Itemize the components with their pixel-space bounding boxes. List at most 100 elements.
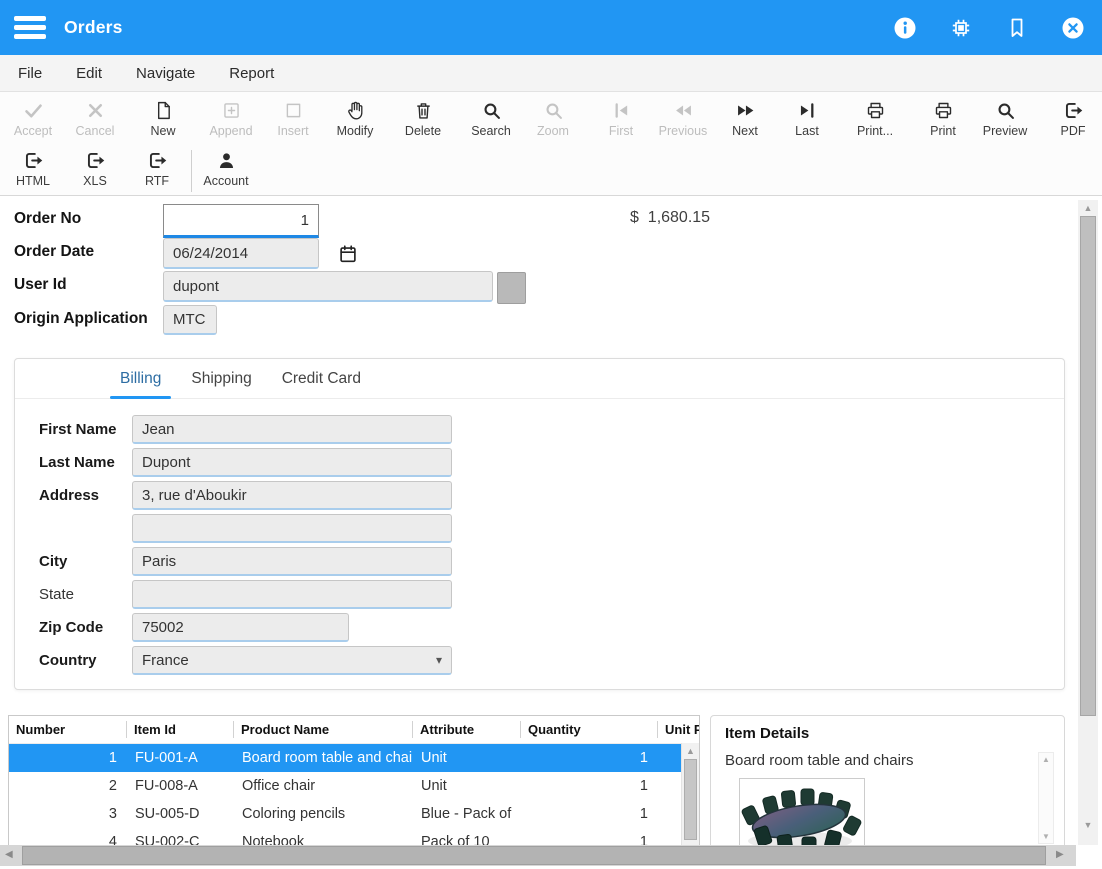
tab-shipping[interactable]: Shipping <box>176 370 266 398</box>
scroll-down-icon[interactable]: ▼ <box>1078 820 1098 830</box>
scroll-up-icon[interactable]: ▲ <box>682 746 699 756</box>
first-button[interactable]: First <box>590 97 652 145</box>
insert-button[interactable]: Insert <box>262 97 324 145</box>
last-button[interactable]: Last <box>776 97 838 145</box>
main-horizontal-scrollbar[interactable]: ◀ ▶ <box>0 845 1076 866</box>
next-button[interactable]: Next <box>714 97 776 145</box>
column-header-quantity[interactable]: Quantity <box>520 721 657 738</box>
toolbar-button-label: New <box>150 124 175 138</box>
preview-button[interactable]: Preview <box>974 97 1036 145</box>
calendar-icon[interactable] <box>337 243 359 265</box>
export-icon <box>1063 98 1084 123</box>
billing-field-row <box>39 514 452 543</box>
close-icon[interactable] <box>1060 15 1086 41</box>
order-date-input[interactable]: 06/24/2014 <box>163 238 319 269</box>
menu-item-navigate[interactable]: Navigate <box>136 65 195 82</box>
order-no-input[interactable]: 1 <box>163 204 319 238</box>
column-header-item-id[interactable]: Item Id <box>126 721 233 738</box>
toolbar-button-label: Cancel <box>76 124 115 138</box>
state-input[interactable] <box>132 580 452 609</box>
item-details-description: Board room table and chairs <box>725 752 1064 769</box>
billing-field-row: Address3, rue d'Aboukir <box>39 481 452 510</box>
append-button[interactable]: Append <box>200 97 262 145</box>
user-id-input[interactable]: dupont <box>163 271 493 302</box>
window-title: Orders <box>64 17 123 38</box>
xls-button[interactable]: XLS <box>64 147 126 195</box>
account-button[interactable]: Account <box>195 147 257 195</box>
table-row[interactable]: 4SU-002-CNotebookPack of 101 <box>9 828 699 846</box>
tab-credit-card[interactable]: Credit Card <box>267 370 376 398</box>
toolbar-button-label: Last <box>795 124 819 138</box>
table-row[interactable]: 2FU-008-AOffice chairUnit1 <box>9 772 699 800</box>
details-vertical-scrollbar[interactable]: ▲ ▼ <box>1038 752 1054 844</box>
search-button[interactable]: Search <box>460 97 522 145</box>
last-name-input[interactable]: Dupont <box>132 448 452 477</box>
scroll-left-icon[interactable]: ◀ <box>5 849 13 860</box>
previous-button[interactable]: Previous <box>652 97 714 145</box>
column-header-unit-pr[interactable]: Unit Pr <box>657 721 700 738</box>
menu-item-report[interactable]: Report <box>229 65 274 82</box>
toolbar-row-2: HTML XLS RTFAccount <box>2 147 1102 195</box>
column-header-number[interactable]: Number <box>9 721 126 738</box>
trash-icon <box>413 98 434 123</box>
toolbar-button-label: XLS <box>83 174 107 188</box>
order-tabs-card: BillingShippingCredit Card First NameJea… <box>14 358 1065 690</box>
cell-item-id: SU-005-D <box>126 806 233 822</box>
vertical-scroll-thumb[interactable] <box>1080 216 1096 716</box>
scroll-down-icon[interactable]: ▼ <box>1039 832 1053 841</box>
toolbar-button-label: Print <box>930 124 956 138</box>
toolbar-button-label: Previous <box>659 124 708 138</box>
info-icon[interactable] <box>892 15 918 41</box>
new-button[interactable]: New <box>132 97 194 145</box>
modify-button[interactable]: Modify <box>324 97 386 145</box>
user-id-label: User Id <box>14 276 67 294</box>
accept-button[interactable]: Accept <box>2 97 64 145</box>
hamburger-menu-icon[interactable] <box>14 12 46 44</box>
scroll-up-icon[interactable]: ▲ <box>1078 203 1098 213</box>
first-name-input[interactable]: Jean <box>132 415 452 444</box>
table-vertical-scrollbar[interactable]: ▲ <box>681 743 699 845</box>
column-header-product-name[interactable]: Product Name <box>233 721 412 738</box>
bookmark-icon[interactable] <box>1004 15 1030 41</box>
city-label: City <box>39 553 132 570</box>
main-vertical-scrollbar[interactable]: ▲ ▼ <box>1078 200 1098 846</box>
order-date-label: Order Date <box>14 243 94 261</box>
nav-next-icon <box>735 98 756 123</box>
cancel-button[interactable]: Cancel <box>64 97 126 145</box>
menu-item-edit[interactable]: Edit <box>76 65 102 82</box>
print-button[interactable]: Print... <box>844 97 906 145</box>
billing-field-row: Last NameDupont <box>39 448 452 477</box>
toolbar-row-1: Accept Cancel New AppendInsertModifyDeleteS… <box>2 97 1102 145</box>
table-row[interactable]: 1FU-001-ABoard room table and chairsUnit… <box>9 744 699 772</box>
cell-quantity: 1 <box>520 778 657 794</box>
toolbar-button-label: Print... <box>857 124 893 138</box>
html-button[interactable]: HTML <box>2 147 64 195</box>
magnifier-icon <box>995 98 1016 123</box>
table-row[interactable]: 3SU-005-DColoring pencilsBlue - Pack of1 <box>9 800 699 828</box>
nav-prev-icon <box>673 98 694 123</box>
origin-application-input[interactable]: MTC <box>163 305 217 335</box>
column-header-attribute[interactable]: Attribute <box>412 721 520 738</box>
debug-chip-icon[interactable] <box>948 15 974 41</box>
delete-button[interactable]: Delete <box>392 97 454 145</box>
address-line-2-input[interactable] <box>132 514 452 543</box>
city-input[interactable]: Paris <box>132 547 452 576</box>
menu-item-file[interactable]: File <box>18 65 42 82</box>
country-input[interactable]: France▾ <box>132 646 452 675</box>
origin-application-label: Origin Application <box>14 310 148 328</box>
rtf-button[interactable]: RTF <box>126 147 188 195</box>
scroll-right-icon[interactable]: ▶ <box>1056 849 1064 860</box>
zip-code-input[interactable]: 75002 <box>132 613 349 642</box>
scroll-up-icon[interactable]: ▲ <box>1039 755 1053 764</box>
zoom-button[interactable]: Zoom <box>522 97 584 145</box>
cell-product-name: Coloring pencils <box>233 806 412 822</box>
user-id-lookup-button[interactable] <box>497 272 526 304</box>
cell-attribute: Blue - Pack of <box>412 806 520 822</box>
chevron-down-icon[interactable]: ▾ <box>436 653 442 667</box>
print-button[interactable]: Print <box>912 97 974 145</box>
tab-billing[interactable]: Billing <box>105 370 176 398</box>
pdf-button[interactable]: PDF <box>1042 97 1102 145</box>
horizontal-scroll-thumb[interactable] <box>22 846 1046 865</box>
table-scroll-thumb[interactable] <box>684 759 697 840</box>
address-input[interactable]: 3, rue d'Aboukir <box>132 481 452 510</box>
